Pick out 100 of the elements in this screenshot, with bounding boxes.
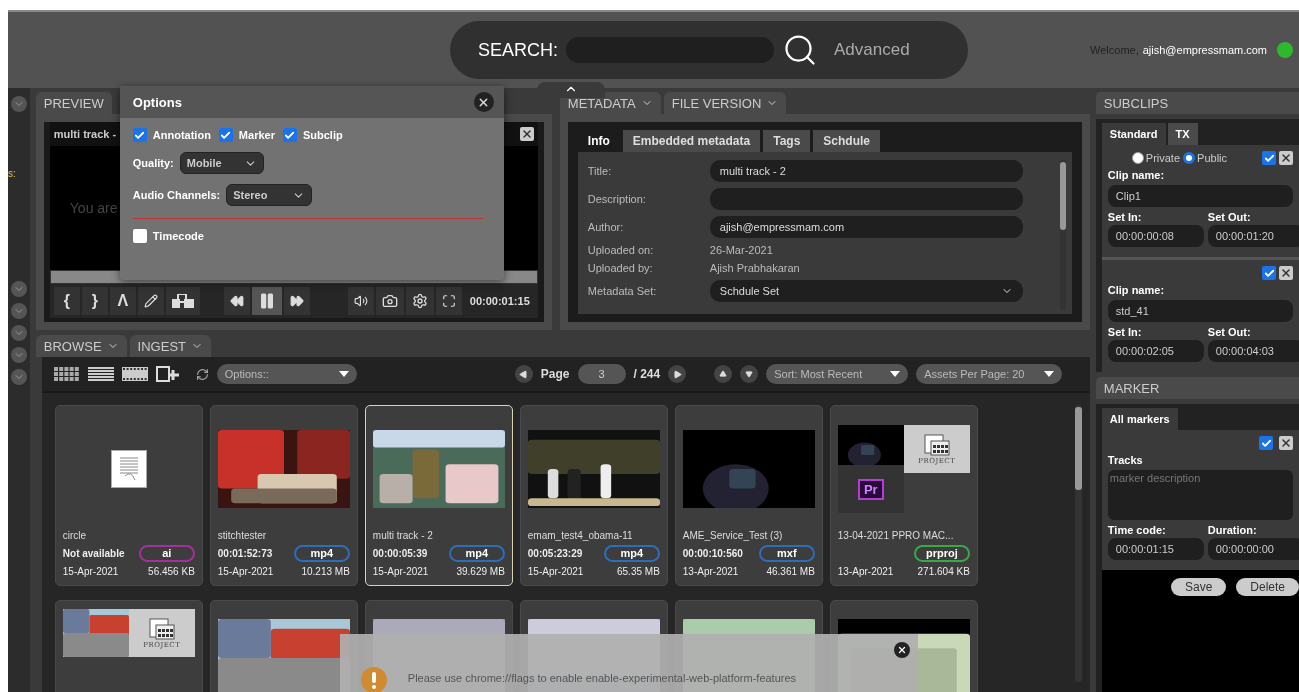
checkbox[interactable] [218,128,233,142]
tab[interactable]: Embedded metadata [622,130,761,152]
close-icon[interactable] [1279,436,1293,450]
select-field[interactable]: Schdule Set [709,280,1023,302]
camera-button[interactable] [375,287,404,315]
asset-card[interactable]: emam_test4_obama-11 00:05:23:29 mp4 15-Apr-2021 65.35 MB [519,405,668,586]
scrollbar[interactable] [1059,160,1066,310]
forward-button[interactable] [283,287,310,315]
asset-name: AME_Service_Test (3) [682,530,784,541]
chevron-icon[interactable] [10,281,27,297]
pause-button[interactable] [251,287,282,315]
close-button[interactable] [473,92,494,112]
asset-duration: 00:00:10:560 [682,548,743,559]
checkbox[interactable] [132,229,147,243]
checkbox[interactable] [1259,436,1273,450]
checkbox[interactable] [132,128,147,142]
tab[interactable]: TX [1167,123,1198,145]
camera-icon [381,293,398,309]
time-field[interactable]: 00:00:00:00 [1207,538,1299,560]
caret-icon [338,371,349,377]
panel-tab[interactable]: INGEST [129,335,211,357]
asset-name: stitchtester [217,530,268,541]
mark-button[interactable]: Λ [109,287,136,315]
time-field[interactable]: 00:00:02:05 [1107,340,1204,362]
description-field[interactable]: marker description [1107,470,1293,520]
text-field[interactable]: std_41 [1107,300,1293,322]
field-label: Time code: [1107,524,1167,536]
premiere-logo: Pr [857,478,884,500]
panel-tab[interactable]: FILE VERSION [663,92,787,114]
action-button[interactable]: Save [1170,578,1227,596]
rewind-button[interactable] [223,287,250,315]
pencil-button[interactable] [137,287,164,315]
chevron-icon[interactable] [10,369,27,385]
time-field[interactable]: 00:00:01:20 [1207,225,1299,247]
tab[interactable]: All markers [1101,408,1178,430]
time-field[interactable]: 00:00:01:15 [1107,538,1204,560]
options-select[interactable]: Options:: [216,364,357,384]
timecode: 00:00:01:15 [469,295,530,307]
time-field[interactable]: 00:00:00:08 [1107,225,1204,247]
asset-size: 46.361 MB [766,566,815,577]
checkbox[interactable] [282,128,297,142]
previous-page-button[interactable] [514,365,533,383]
add-icon[interactable] [155,366,180,382]
asset-card[interactable]: stitchtester 00:01:52:73 mp4 15-Apr-2021 10.213 MB [209,405,358,586]
advanced-link[interactable]: Advanced [834,40,910,60]
list-view-icon[interactable] [87,367,114,381]
close-icon [896,645,907,655]
field-label: Uploaded by: [587,262,654,274]
chevron-icon[interactable] [10,96,27,112]
text-field[interactable]: Clip1 [1107,185,1293,207]
close-icon[interactable] [1279,266,1293,280]
settings-button[interactable] [405,287,434,315]
text-field[interactable] [709,188,1023,210]
search-icon[interactable] [782,32,818,68]
volume-button[interactable] [347,287,374,315]
panel-tab[interactable]: PREVIEW [35,92,112,114]
asset-card[interactable]: circle Not available ai 15-Apr-2021 56.456 KB [54,405,203,586]
grid-view-icon[interactable] [53,367,80,381]
refresh-icon[interactable] [195,367,209,381]
action-button[interactable]: Delete [1236,578,1299,596]
tab[interactable]: Tags [763,130,811,152]
field-label: Set Out: [1207,211,1252,223]
sort-down-button[interactable] [740,365,759,383]
chevron-icon[interactable] [10,303,27,319]
mark-button[interactable]: } [81,287,108,315]
radio-button[interactable] [1131,152,1144,164]
checkbox-label: Subclip [302,129,343,141]
close-button[interactable] [893,642,910,658]
checkbox[interactable] [1262,266,1276,280]
time-field[interactable]: 00:00:04:03 [1207,340,1299,362]
tab[interactable]: Standard [1101,123,1166,145]
sort-up-button[interactable] [714,365,733,383]
field-label: Quality: [132,157,174,169]
panel-tab[interactable]: BROWSE [35,335,127,357]
close-icon[interactable] [1279,151,1293,165]
filmstrip-view-icon[interactable] [121,367,148,381]
caret-icon [1044,371,1055,377]
clip-button[interactable] [165,287,200,315]
tab[interactable]: Schdule [813,130,880,152]
chevron-icon[interactable] [10,325,27,341]
tab[interactable]: Info [577,130,620,152]
text-field[interactable]: ajish@empressmam.com [709,216,1023,238]
mark-button[interactable]: { [53,287,80,315]
sort-select[interactable]: Sort: Most Recent [766,364,909,384]
scrollbar[interactable] [1074,405,1082,682]
checkbox[interactable] [1262,151,1276,165]
asset-card[interactable]: AME_Service_Test (3) 00:00:10:560 mxf 13-Apr-2021 46.361 MB [674,405,823,586]
chevron-icon[interactable] [10,347,27,363]
text-field[interactable]: multi track - 2 [709,160,1023,182]
audio-select[interactable]: Stereo [226,184,313,206]
per-page-select[interactable]: Assets Per Page: 20 [916,364,1063,384]
page-field[interactable]: 3 [577,364,626,384]
radio-button[interactable] [1183,152,1196,164]
asset-duration: Not available [62,548,125,559]
fullscreen-button[interactable] [435,287,462,315]
quality-select[interactable]: Mobile [179,152,264,174]
close-icon[interactable] [519,127,534,141]
next-page-button[interactable] [668,365,687,383]
asset-card[interactable]: multi track - 2 00:00:05:39 mp4 15-Apr-2021 39.629 MB [364,405,513,586]
field-label: Clip name: [1107,284,1166,296]
